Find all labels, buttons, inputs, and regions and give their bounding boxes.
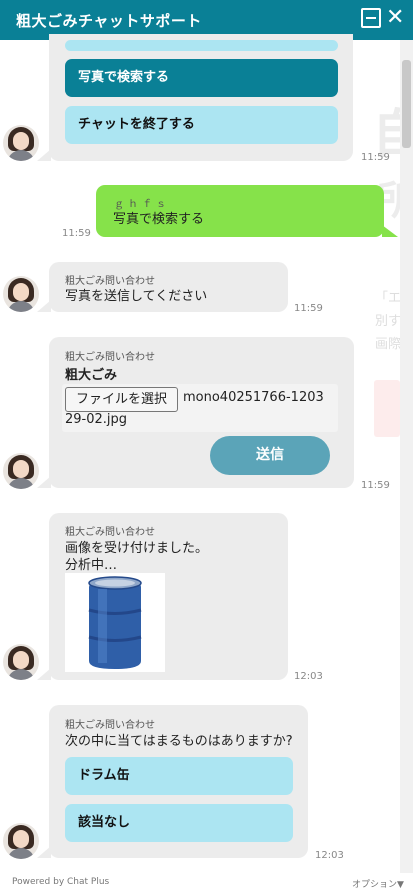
option-drum-can-button[interactable]: ドラム缶 [65,757,293,795]
bot-message-text: 写真を送信してください [65,289,208,304]
powered-by-link[interactable]: Powered by Chat Plus [12,877,109,887]
bot-message-text: 次の中に当てはまるものはありますか? [65,734,293,749]
timestamp: 11:59 [361,152,390,163]
user-name: ｇｈｆｓ [114,199,170,210]
minimize-icon[interactable] [361,8,381,28]
timestamp: 11:59 [361,480,390,491]
option-end-chat-button[interactable]: チャットを終了する [65,106,338,144]
send-button[interactable]: 送信 [210,436,330,475]
chat-title: 粗大ごみチャットサポート [16,12,202,30]
background-panel [374,380,400,437]
bot-sender-name: 粗大ごみ問い合わせ [65,720,155,731]
choose-file-button[interactable]: ファイルを選択 [65,387,178,412]
bot-sender-name: 粗大ごみ問い合わせ [65,352,155,363]
background-text: 「エ [375,291,402,306]
operator-avatar [3,453,39,489]
bot-sender-name: 粗大ごみ問い合わせ [65,276,155,287]
operator-avatar [3,823,39,859]
uploaded-drum-image [65,573,165,672]
bot-sender-name: 粗大ごみ問い合わせ [65,527,155,538]
timestamp: 11:59 [62,228,91,239]
background-text: 別す [375,314,402,329]
bot-message-text: 分析中… [65,558,118,573]
scrollbar-track[interactable] [400,40,413,873]
operator-avatar [3,125,39,161]
scrollbar-thumb[interactable] [402,60,411,148]
background-text: 画際 [375,337,402,352]
user-message-text: 写真で検索する [113,212,205,227]
operator-avatar [3,276,39,312]
bot-message-text: 画像を受け付けました。 [65,541,209,556]
options-menu[interactable]: オプション▼ [352,877,404,890]
selected-file-name: mono40251766-1203 [183,390,324,405]
upload-label: 粗大ごみ [65,368,118,383]
selected-file-name-continued: 29-02.jpg [65,412,128,427]
close-icon[interactable]: ✕ [386,6,404,30]
option-none-button[interactable]: 該当なし [65,804,293,842]
operator-avatar [3,644,39,680]
option-button-cut[interactable] [65,40,338,51]
timestamp: 12:03 [315,850,344,861]
timestamp: 11:59 [294,303,323,314]
timestamp: 12:03 [294,671,323,682]
option-search-photo-button[interactable]: 写真で検索する [65,59,338,97]
